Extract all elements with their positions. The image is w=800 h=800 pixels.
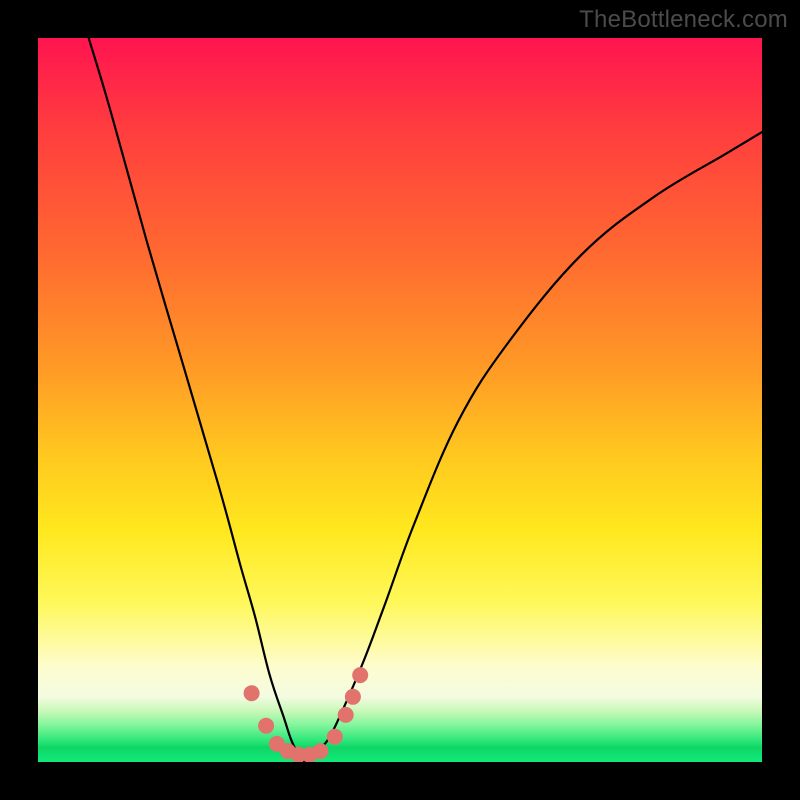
marker-dot [312,743,328,759]
chart-frame: TheBottleneck.com [0,0,800,800]
marker-dot [244,685,260,701]
near-optimum-markers [244,667,369,762]
marker-dot [327,729,343,745]
bottleneck-curve [89,38,762,762]
plot-area [38,38,762,762]
marker-dot [352,667,368,683]
marker-dot [258,718,274,734]
watermark-text: TheBottleneck.com [579,6,788,34]
bottleneck-curve-svg [38,38,762,762]
marker-dot [345,689,361,705]
marker-dot [338,707,354,723]
